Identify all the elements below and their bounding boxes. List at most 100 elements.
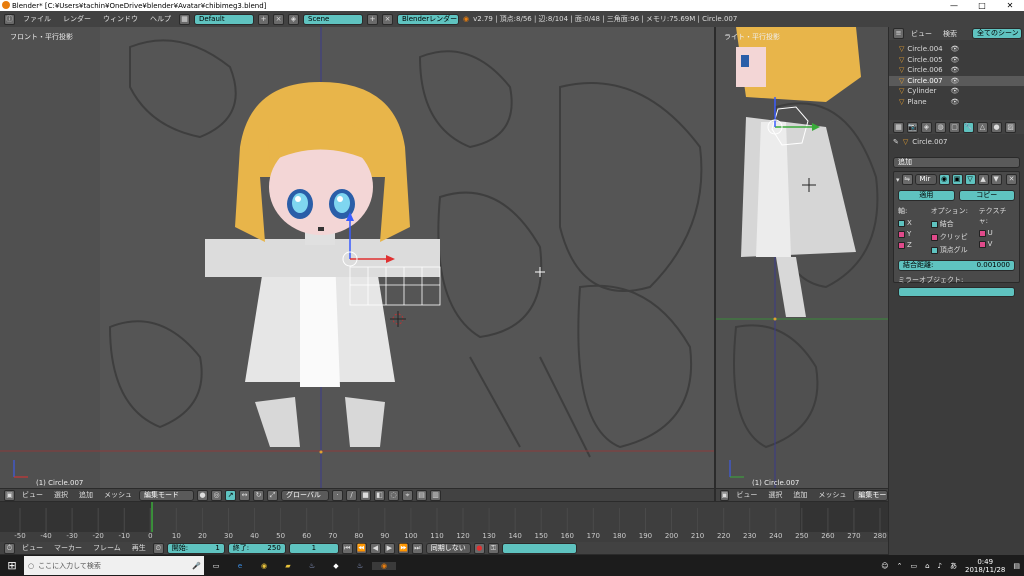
pivot-icon[interactable]: ◎ [211,489,222,501]
mirror-object-field[interactable] [898,287,1015,297]
menu-select[interactable]: 選択 [764,490,786,500]
texture-u-checkbox[interactable] [978,229,986,237]
next-key-icon[interactable]: ⏩ [397,542,409,554]
sync-mode-selector[interactable]: 同期しない [425,542,471,554]
modifier-tab-icon[interactable]: 🔧 [963,121,974,133]
play-icon[interactable]: ▶ [383,542,395,554]
menu-file[interactable]: ファイル [19,14,55,24]
visibility-icon[interactable]: 👁 [950,77,959,85]
scene-tab-icon[interactable]: ◈ [921,121,932,133]
viewport-front-scene[interactable] [0,27,714,488]
menu-add[interactable]: 追加 [75,490,97,500]
proportional-icon[interactable]: ◌ [388,489,399,501]
viewport-right-scene[interactable] [716,27,888,488]
editor-type-icon[interactable]: ⓘ [4,13,15,25]
ime-icon[interactable]: あ [950,561,957,571]
editor-type-icon[interactable]: ▦ [893,121,904,133]
edge-browser-icon[interactable]: e [228,562,252,570]
render-preview-icon[interactable]: ▥ [430,489,441,501]
texture-v-checkbox[interactable] [978,240,986,248]
material-tab-icon[interactable]: ● [991,121,1002,133]
mode-selector[interactable]: 編集モード [139,489,194,501]
microphone-icon[interactable]: 🎤 [192,562,204,570]
layout-add-icon[interactable]: + [258,13,269,25]
timeline-editor[interactable]: -50 -40 -30 -20 -10 0 10 20 30 40 50 60 70 80 90 100 110… [0,502,888,542]
render-toggle-icon[interactable]: ◉ [938,174,950,185]
outliner-row[interactable]: ▽ Plane 👁 [889,97,1024,108]
menu-frame[interactable]: フレーム [89,543,125,553]
merge-checkbox[interactable] [930,220,938,228]
outliner-row-selected[interactable]: ▽ Circle.007 👁 [889,75,1024,86]
layer-icon[interactable]: ▤ [416,489,427,501]
people-icon[interactable]: ☺ [881,562,888,570]
editor-type-icon[interactable]: ▣ [720,489,730,501]
outliner-row[interactable]: ▽ Circle.004 👁 [889,44,1024,55]
start-frame-field[interactable]: 開始: 1 [166,542,225,554]
outliner-row[interactable]: ▽ Circle.006 👁 [889,65,1024,76]
layout-selector[interactable]: Default [194,13,254,25]
menu-window[interactable]: ウィンドウ [99,14,142,24]
move-up-icon[interactable]: ▲ [977,174,989,185]
maximize-button[interactable]: □ [968,0,996,11]
occlusion-icon[interactable]: ◧ [374,489,385,501]
scene-add-icon[interactable]: + [367,13,378,25]
blender-taskbar-icon[interactable]: ◉ [372,561,396,570]
scene-icon[interactable]: ◈ [288,13,299,25]
chrome-browser-icon[interactable]: ◉ [252,562,276,570]
outliner-filter[interactable]: 全てのシーン [972,28,1022,39]
file-explorer-icon[interactable]: ▰ [276,562,300,570]
visibility-icon[interactable]: 👁 [950,56,959,64]
menu-mesh[interactable]: メッシュ [814,490,850,500]
scale-icon[interactable]: ⤢ [267,489,278,501]
editor-type-icon[interactable]: ≡ [893,28,904,39]
keying-set-field[interactable] [501,542,577,554]
editor-type-icon[interactable]: ⏱ [4,542,15,554]
shading-icon[interactable]: ● [197,489,208,501]
merge-distance-field[interactable]: 結合距離: 0.001000 [898,260,1015,271]
menu-mesh[interactable]: メッシュ [100,490,136,500]
face-select-icon[interactable]: ■ [360,489,371,501]
mode-selector[interactable]: 編集モード [853,489,888,501]
visibility-icon[interactable]: 👁 [950,87,959,95]
prev-key-icon[interactable]: ⏪ [355,542,367,554]
visibility-icon[interactable]: 👁 [950,98,959,106]
menu-view[interactable]: ビュー [18,543,47,553]
remove-modifier-icon[interactable]: ✕ [1006,174,1017,185]
visibility-icon[interactable]: 👁 [950,66,959,74]
texture-tab-icon[interactable]: ▨ [1005,121,1016,133]
viewport-toggle-icon[interactable]: ▣ [951,174,963,185]
translate-icon[interactable]: ↔ [239,489,250,501]
editor-type-icon[interactable]: ▣ [4,489,15,501]
notification-icon[interactable]: ▤ [1013,562,1020,570]
outliner-row[interactable]: ▽ Circle.005 👁 [889,55,1024,66]
layout-remove-icon[interactable]: × [273,13,284,25]
world-tab-icon[interactable]: ◍ [935,121,946,133]
menu-view[interactable]: ビュー [732,490,761,500]
play-reverse-icon[interactable]: ◀ [369,542,381,554]
render-tab-icon[interactable]: 📷 [907,121,918,133]
taskbar-clock[interactable]: 0:49 2018/11/28 [965,558,1005,574]
visibility-icon[interactable]: 👁 [950,45,959,53]
outliner-tab-view[interactable]: ビュー [907,29,936,39]
vertex-select-icon[interactable]: · [332,489,343,501]
minimize-button[interactable]: — [940,0,968,11]
volume-icon[interactable]: ♪ [938,562,942,570]
3d-viewport-right[interactable]: ライト・平行投影 (1) Circle.007 [716,27,888,488]
apply-button[interactable]: 適用 [898,190,955,201]
editmode-toggle-icon[interactable]: ▽ [964,174,976,185]
menu-marker[interactable]: マーカー [50,543,86,553]
outliner-row[interactable]: ▽ Cylinder 👁 [889,86,1024,97]
object-tab-icon[interactable]: ▢ [949,121,960,133]
timeline-area[interactable]: -50 -40 -30 -20 -10 0 10 20 30 40 50 60 70 80 90 100 110… [0,502,888,542]
menu-view[interactable]: ビュー [18,490,47,500]
3d-viewport-front[interactable]: フロント・平行投影 (1) Circle.007 [0,27,714,488]
current-frame-field[interactable]: 1 [288,542,339,554]
menu-render[interactable]: レンダー [59,14,95,24]
record-icon[interactable]: ● [473,542,485,554]
menu-help[interactable]: ヘルプ [146,14,175,24]
unity-icon[interactable]: ◆ [324,562,348,570]
close-button[interactable]: ✕ [996,0,1024,11]
task-view-icon[interactable]: ▭ [204,562,228,570]
axis-y-checkbox[interactable] [898,230,905,238]
copy-button[interactable]: コピー [958,190,1015,201]
